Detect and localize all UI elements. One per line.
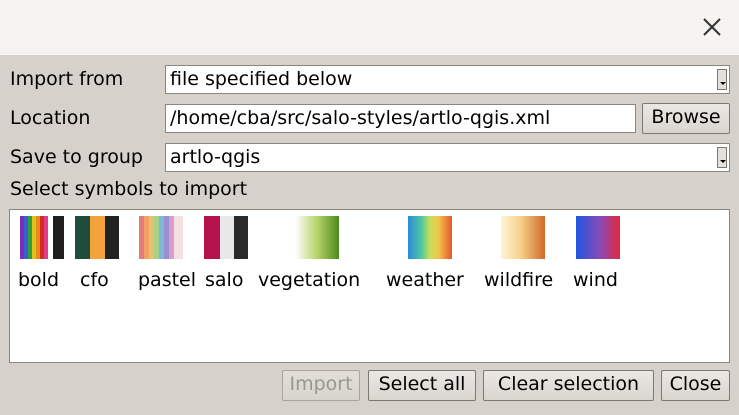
import-from-label: Import from [10,68,124,90]
select-all-button[interactable]: Select all [368,370,476,401]
clear-selection-button[interactable]: Clear selection [483,370,654,401]
symbol-name: pastel [138,269,197,291]
combo-arrow-icon[interactable] [717,147,727,168]
browse-button[interactable]: Browse [642,103,730,134]
wildfire-swatch-icon [501,216,545,259]
close-button[interactable]: Close [661,370,730,401]
combo-arrow-icon[interactable] [717,69,727,90]
import-from-value: file specified below [170,68,353,90]
cfo-swatch-icon [75,216,119,259]
select-symbols-label: Select symbols to import [10,178,248,200]
location-label: Location [10,107,91,129]
import-button[interactable]: Import [282,370,360,401]
save-group-label: Save to group [10,146,143,168]
symbol-name: bold [18,269,60,291]
save-group-value: artlo-qgis [170,146,261,168]
dialog-titlebar [0,0,739,55]
symbol-name: cfo [80,269,109,291]
close-icon[interactable] [697,12,727,42]
location-input[interactable]: /home/cba/src/salo-styles/artlo-qgis.xml [165,104,636,133]
symbol-name: wildfire [484,269,554,291]
symbol-name: weather [386,269,464,291]
bold-swatch-icon [20,216,64,259]
wind-swatch-icon [576,216,620,259]
save-group-combo[interactable]: artlo-qgis [165,143,730,172]
weather-swatch-icon [408,216,452,259]
pastel-swatch-icon [139,216,183,259]
symbol-name: wind [573,269,618,291]
symbol-list[interactable]: bold cfo pastel salo vegetation weather … [9,209,730,363]
symbol-name: salo [205,269,244,291]
symbol-name: vegetation [258,269,361,291]
import-from-combo[interactable]: file specified below [165,65,730,94]
salo-swatch-icon [204,216,248,259]
vegetation-swatch-icon [295,216,339,259]
